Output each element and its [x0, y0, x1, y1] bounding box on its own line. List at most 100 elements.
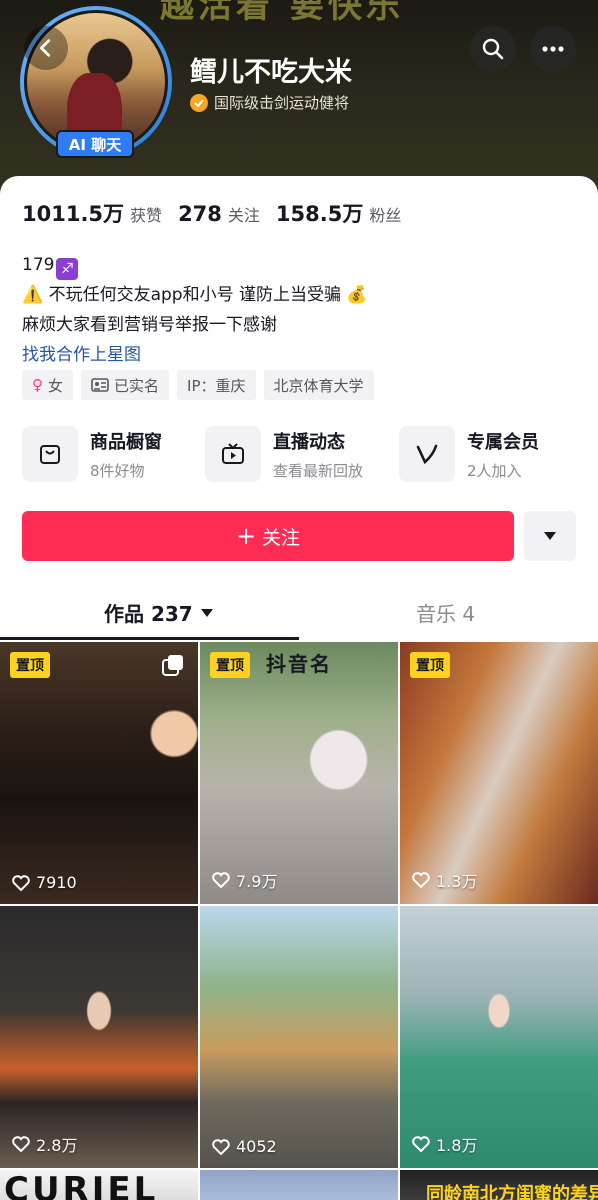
- shortcut-membership-title: 专属会员: [466, 431, 539, 453]
- video-thumbnail[interactable]: 1.8万: [400, 906, 598, 1168]
- bio-warning-text: 不玩任何交友app和小号 谨防上当受骗: [48, 285, 341, 305]
- shopping-bag-icon: [22, 426, 78, 482]
- tab-music[interactable]: 音乐 4: [416, 598, 475, 627]
- bio-line-2: ⚠️ 不玩任何交友app和小号 谨防上当受骗 💰: [22, 280, 582, 310]
- stat-likes-label: 获赞: [130, 206, 163, 225]
- profile-tags: ♀ 女 已实名 IP：重庆 北京体育大学: [22, 370, 374, 400]
- bio: 179 ♐ ⚠️ 不玩任何交友app和小号 谨防上当受骗 💰 麻烦大家看到营销号举…: [22, 250, 582, 370]
- sagittarius-icon: ♐: [56, 258, 79, 280]
- video-overlay-text: 同龄南北方闺蜜的差异: [426, 1184, 598, 1200]
- like-count-value: 2.8万: [36, 1136, 78, 1155]
- tag-ip: IP：重庆: [177, 370, 256, 400]
- video-grid: 置顶 7910 抖音名 置顶 7.9万 置顶 1.3万 2.8万 4052 1.…: [0, 642, 598, 1200]
- tag-realname-label: 已实名: [114, 376, 160, 395]
- profile-card: 1011.5万 获赞 278 关注 158.5万 粉丝 179 ♐ ⚠️ 不玩任何…: [0, 176, 598, 1200]
- stat-followers-label: 粉丝: [369, 206, 402, 225]
- heart-icon: [12, 874, 30, 891]
- shortcut-shop-subtitle: 8件好物: [90, 461, 145, 480]
- shortcut-shop-window[interactable]: 商品橱窗 8件好物: [22, 426, 205, 482]
- female-icon: ♀: [32, 376, 43, 394]
- like-count: 1.3万: [412, 868, 477, 892]
- video-thumbnail[interactable]: 4052: [200, 906, 398, 1168]
- caret-down-icon: [200, 608, 213, 617]
- stat-following-label: 关注: [227, 206, 260, 225]
- shortcut-live[interactable]: 直播动态 查看最新回放: [205, 426, 399, 482]
- tag-realname: 已实名: [81, 370, 170, 400]
- verification-text: 国际级击剑运动健将: [214, 94, 350, 112]
- follow-dropdown-button[interactable]: [524, 511, 576, 561]
- active-tab-indicator: [0, 637, 299, 640]
- follow-label: 关注: [262, 526, 301, 549]
- tag-school[interactable]: 北京体育大学: [263, 370, 374, 400]
- more-button[interactable]: [530, 26, 576, 72]
- bio-cooperation-link[interactable]: 找我合作上星图: [22, 340, 582, 370]
- video-thumbnail[interactable]: 抖音名 置顶 7.9万: [200, 642, 398, 904]
- tab-works[interactable]: 作品 237: [104, 598, 213, 627]
- id-card-icon: [91, 378, 109, 392]
- stat-likes-number: 1011.5万: [22, 202, 125, 226]
- like-count-value: 1.8万: [436, 1136, 478, 1155]
- tab-works-label: 作品 237: [104, 602, 193, 626]
- stat-following[interactable]: 278 关注: [178, 202, 260, 226]
- verified-check-icon: [190, 93, 208, 112]
- tag-gender-label: 女: [48, 376, 64, 395]
- multi-image-icon: [162, 655, 183, 676]
- shortcut-membership[interactable]: 专属会员 2人加入: [398, 426, 582, 482]
- v-membership-icon: [398, 426, 455, 482]
- video-thumbnail[interactable]: 同龄南北方闺蜜的差异: [400, 1170, 598, 1200]
- video-thumbnail[interactable]: 置顶 1.3万: [400, 642, 598, 904]
- bio-line-1: 179 ♐: [22, 250, 582, 280]
- video-thumbnail[interactable]: 置顶 7910: [0, 642, 198, 904]
- money-bag-icon: 💰: [346, 285, 368, 305]
- stat-following-number: 278: [178, 202, 222, 226]
- shortcut-row: 商品橱窗 8件好物 直播动态 查看最新回放 专属会员 2人加入: [22, 426, 582, 482]
- warning-icon: ⚠️: [22, 285, 44, 305]
- follow-button[interactable]: + 关注: [22, 511, 514, 561]
- heart-icon: [12, 1136, 30, 1152]
- stat-followers-number: 158.5万: [275, 202, 364, 226]
- plus-icon: +: [235, 522, 257, 550]
- pinned-badge: 置顶: [210, 652, 250, 678]
- ai-chat-badge[interactable]: AI 聊天: [56, 130, 134, 158]
- heart-icon: [212, 1138, 230, 1155]
- back-button[interactable]: [24, 26, 68, 70]
- like-count-value: 7910: [36, 873, 77, 892]
- caret-down-icon: [544, 532, 556, 540]
- search-icon: [482, 38, 504, 60]
- like-count: 1.8万: [412, 1132, 477, 1156]
- heart-icon: [412, 872, 430, 888]
- tag-gender: ♀ 女: [22, 370, 74, 400]
- content-tabs: 作品 237 音乐 4: [0, 586, 598, 640]
- bio-height: 179: [22, 255, 55, 275]
- search-button[interactable]: [470, 26, 516, 72]
- verification-row: 国际级击剑运动健将: [190, 92, 349, 113]
- like-count-value: 7.9万: [236, 872, 278, 891]
- like-count: 7.9万: [212, 868, 277, 892]
- video-overlay-text: CURIEL: [4, 1170, 159, 1200]
- shortcut-membership-subtitle: 2人加入: [466, 461, 522, 480]
- video-thumbnail[interactable]: CURIEL: [0, 1170, 198, 1200]
- like-count: 4052: [212, 1137, 277, 1156]
- shortcut-live-subtitle: 查看最新回放: [273, 461, 364, 480]
- tv-icon: [205, 426, 261, 482]
- ai-chat-label: AI 聊天: [68, 135, 122, 154]
- pinned-badge: 置顶: [10, 652, 50, 678]
- like-count: 2.8万: [12, 1132, 77, 1156]
- like-count-value: 4052: [236, 1137, 277, 1156]
- more-dots-icon: [542, 46, 564, 52]
- bio-line-3: 麻烦大家看到营销号举报一下感谢: [22, 315, 277, 335]
- header-banner-text: 越活着 要快乐: [160, 0, 404, 26]
- heart-icon: [412, 1136, 430, 1152]
- shortcut-shop-title: 商品橱窗: [90, 431, 162, 453]
- tab-music-label: 音乐 4: [416, 602, 476, 626]
- stat-likes[interactable]: 1011.5万 获赞: [22, 198, 162, 228]
- shortcut-live-title: 直播动态: [273, 431, 345, 453]
- pinned-badge: 置顶: [410, 652, 450, 678]
- profile-nickname: 鳕儿不吃大米: [190, 57, 352, 88]
- video-thumbnail[interactable]: 2.8万: [0, 906, 198, 1168]
- stats-row: 1011.5万 获赞 278 关注 158.5万 粉丝: [22, 198, 401, 228]
- stat-followers[interactable]: 158.5万 粉丝: [276, 198, 401, 228]
- video-thumbnail[interactable]: [200, 1170, 398, 1200]
- chevron-left-icon: [40, 39, 51, 57]
- profile-header: 越活着 要快乐 AI 聊天 鳕儿不吃大米 国际级击剑运动健将: [0, 0, 598, 200]
